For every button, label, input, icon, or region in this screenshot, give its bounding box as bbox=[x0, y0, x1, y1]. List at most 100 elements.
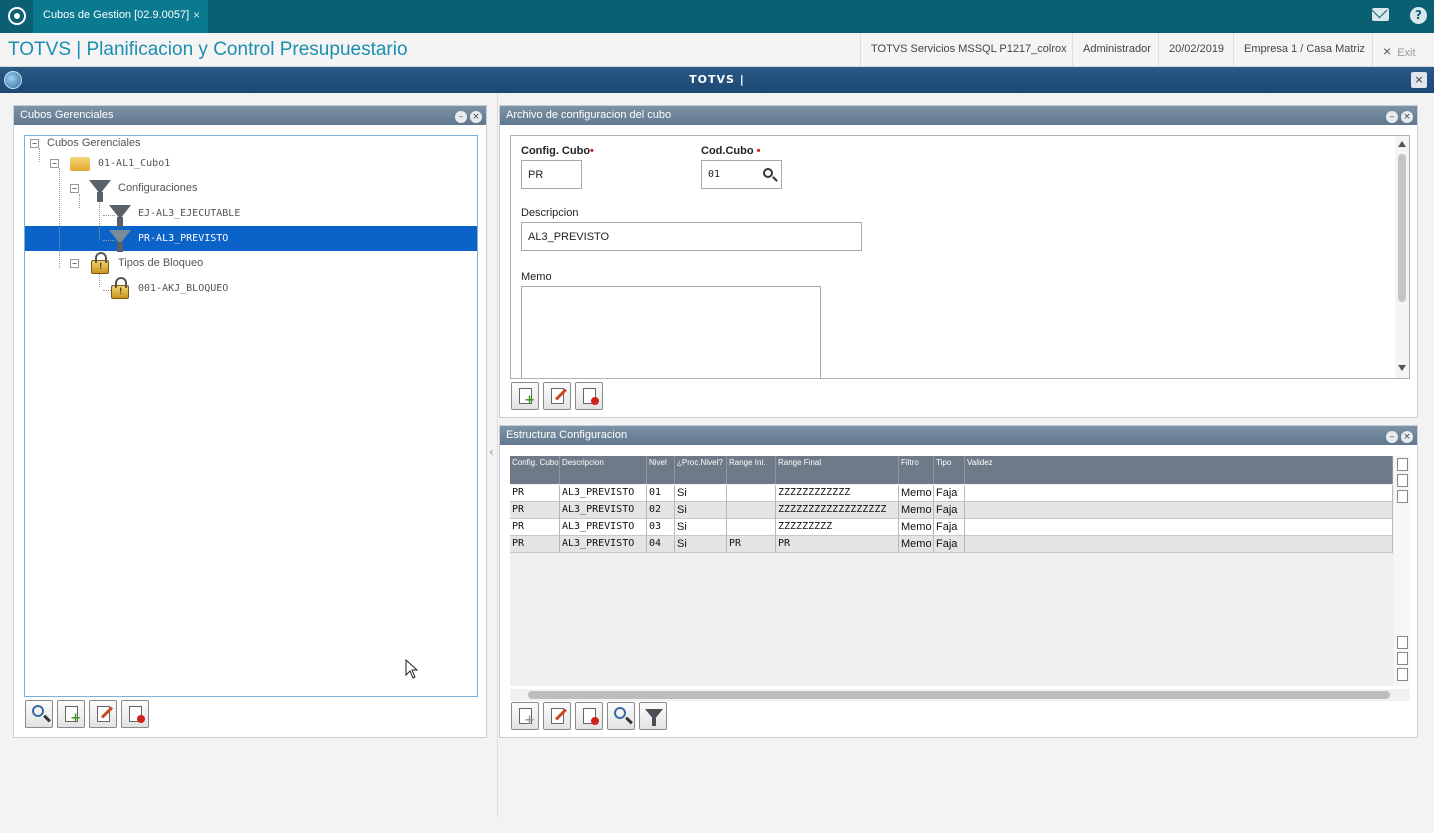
table-cell: 04 bbox=[647, 536, 675, 553]
column-header[interactable]: ¿Proc.Nivel? bbox=[675, 456, 727, 484]
grid-hscrollbar[interactable] bbox=[510, 689, 1410, 701]
config-cubo-field[interactable]: PR bbox=[521, 160, 582, 189]
column-header[interactable]: Range Ini. bbox=[727, 456, 776, 484]
scroll-up-icon[interactable] bbox=[1397, 490, 1408, 503]
tab-cubos-de-gestion[interactable]: Cubos de Gestion [02.9.0057] × bbox=[33, 0, 208, 33]
window-title: TOTVS | bbox=[689, 73, 745, 86]
config-form: Config. Cubo• PR Cod.Cubo • 01 Descripci… bbox=[510, 135, 1410, 379]
scroll-down-icon[interactable] bbox=[1397, 636, 1408, 649]
table-cell: 02 bbox=[647, 502, 675, 519]
delete-button[interactable] bbox=[121, 700, 149, 728]
close-icon[interactable]: × bbox=[1401, 111, 1413, 123]
descripcion-field[interactable]: AL3_PREVISTO bbox=[521, 222, 862, 251]
filter-button[interactable] bbox=[639, 702, 667, 730]
table-cell: AL3_PREVISTO bbox=[560, 485, 647, 502]
edit-button[interactable] bbox=[543, 382, 571, 410]
collapse-icon[interactable]: − bbox=[70, 259, 79, 268]
table-cell: Si bbox=[675, 519, 727, 536]
form-scrollbar[interactable] bbox=[1395, 136, 1409, 378]
tree-node-label: EJ-AL3_EJECUTABLE bbox=[138, 208, 241, 219]
close-icon[interactable]: × bbox=[470, 111, 482, 123]
hscroll-thumb[interactable] bbox=[528, 691, 1390, 699]
collapse-icon[interactable]: − bbox=[30, 139, 39, 148]
cod-cubo-field[interactable]: 01 bbox=[701, 160, 782, 189]
top-bar: Cubos de Gestion [02.9.0057] × ? bbox=[0, 0, 1434, 33]
mail-icon[interactable] bbox=[1372, 8, 1389, 21]
window-titlebar: TOTVS | × bbox=[0, 67, 1434, 93]
add-icon: + bbox=[70, 711, 81, 726]
scroll-down-icon[interactable] bbox=[1398, 365, 1406, 371]
add-button[interactable]: + bbox=[511, 702, 539, 730]
user-info: Administrador bbox=[1072, 33, 1161, 67]
edit-button[interactable] bbox=[89, 700, 117, 728]
tab-close-icon[interactable]: × bbox=[193, 8, 200, 22]
table-row[interactable]: PR AL3_PREVISTO 01 Si ZZZZZZZZZZZZ Memo Faja bbox=[510, 485, 1393, 502]
table-cell bbox=[727, 519, 776, 536]
tree-node-bloqueo[interactable]: 001-AKJ_BLOQUEO bbox=[25, 276, 325, 301]
close-icon[interactable]: × bbox=[1401, 431, 1413, 443]
server-info: TOTVS Servicios MSSQL P1217_colrox bbox=[860, 33, 1077, 67]
minimize-icon[interactable]: – bbox=[455, 111, 467, 123]
tab-label: Cubos de Gestion [02.9.0057] bbox=[43, 9, 190, 21]
window-close-button[interactable]: × bbox=[1411, 72, 1427, 88]
table-cell: Memo bbox=[899, 536, 934, 553]
totvs-logo-icon[interactable] bbox=[8, 7, 26, 25]
collapse-icon[interactable]: − bbox=[50, 159, 59, 168]
edit-button[interactable] bbox=[543, 702, 571, 730]
delete-button[interactable] bbox=[575, 702, 603, 730]
table-cell bbox=[965, 536, 1393, 553]
add-button[interactable]: + bbox=[57, 700, 85, 728]
panel-title: Cubos Gerenciales bbox=[20, 109, 114, 121]
panel-header: Archivo de configuracion del cubo bbox=[500, 106, 1417, 125]
cube-tree[interactable]: − Cubos Gerenciales − 01-AL1_Cubo1 − Con… bbox=[24, 135, 478, 697]
table-row[interactable]: PR AL3_PREVISTO 02 Si ZZZZZZZZZZZZZZZZZZ Memo… bbox=[510, 502, 1393, 519]
filter-icon bbox=[89, 180, 111, 202]
page-down-icon[interactable] bbox=[1397, 652, 1408, 665]
structure-grid[interactable]: Config. Cubo Descripcion Nivel ¿Proc.Nivel?… bbox=[510, 456, 1410, 686]
exit-button[interactable]: × Exit bbox=[1372, 33, 1426, 67]
table-cell: 01 bbox=[647, 485, 675, 502]
magnifier-icon bbox=[32, 705, 44, 717]
column-header[interactable]: Descripcion bbox=[560, 456, 647, 484]
tree-node-config-ejecutable[interactable]: EJ-AL3_EJECUTABLE bbox=[25, 201, 325, 227]
column-header[interactable]: Tipo bbox=[934, 456, 965, 484]
minimize-icon[interactable]: – bbox=[1386, 431, 1398, 443]
table-row[interactable]: PR AL3_PREVISTO 03 Si ZZZZZZZZZ Memo Faja bbox=[510, 519, 1393, 536]
scroll-up-icon[interactable] bbox=[1398, 141, 1406, 147]
search-icon[interactable] bbox=[763, 168, 773, 178]
collapse-icon[interactable]: − bbox=[70, 184, 79, 193]
tree-node-configuraciones[interactable]: − Configuraciones bbox=[25, 176, 325, 202]
add-icon: + bbox=[524, 393, 535, 408]
delete-button[interactable] bbox=[575, 382, 603, 410]
scroll-first-icon[interactable] bbox=[1397, 458, 1408, 471]
column-header[interactable]: Nivel bbox=[647, 456, 675, 484]
tree-node-config-previsto[interactable]: PR-AL3_PREVISTO bbox=[25, 226, 477, 252]
add-button[interactable]: + bbox=[511, 382, 539, 410]
lock-icon bbox=[91, 252, 109, 274]
column-header[interactable]: Validez bbox=[965, 456, 1393, 484]
panel-header: Cubos Gerenciales bbox=[14, 106, 486, 125]
search-button[interactable] bbox=[607, 702, 635, 730]
column-header[interactable]: Range Final bbox=[776, 456, 899, 484]
page-up-icon[interactable] bbox=[1397, 474, 1408, 487]
table-cell: Faja bbox=[934, 519, 965, 536]
add-icon: + bbox=[524, 713, 535, 728]
search-button[interactable] bbox=[25, 700, 53, 728]
table-cell: AL3_PREVISTO bbox=[560, 519, 647, 536]
memo-field[interactable] bbox=[521, 286, 821, 378]
config-cubo-label: Config. Cubo• bbox=[521, 145, 594, 157]
minimize-icon[interactable]: – bbox=[1386, 111, 1398, 123]
scroll-last-icon[interactable] bbox=[1397, 668, 1408, 681]
tree-node-cube[interactable]: − 01-AL1_Cubo1 bbox=[25, 151, 325, 176]
tree-node-label: PR-AL3_PREVISTO bbox=[138, 233, 229, 244]
table-row[interactable]: PR AL3_PREVISTO 04 Si PR PR Memo Faja bbox=[510, 536, 1393, 553]
scroll-thumb[interactable] bbox=[1398, 154, 1406, 302]
table-cell: ZZZZZZZZZZZZZZZZZZ bbox=[776, 502, 899, 519]
tree-node-tipos-bloqueo[interactable]: − Tipos de Bloqueo bbox=[25, 251, 325, 276]
help-icon[interactable]: ? bbox=[1410, 7, 1427, 24]
column-header[interactable]: Config. Cubo bbox=[510, 456, 560, 484]
splitter[interactable] bbox=[488, 93, 498, 817]
grid-header: Config. Cubo Descripcion Nivel ¿Proc.Nivel?… bbox=[510, 456, 1393, 484]
magnifier-icon bbox=[614, 707, 626, 719]
column-header[interactable]: Filtro bbox=[899, 456, 934, 484]
